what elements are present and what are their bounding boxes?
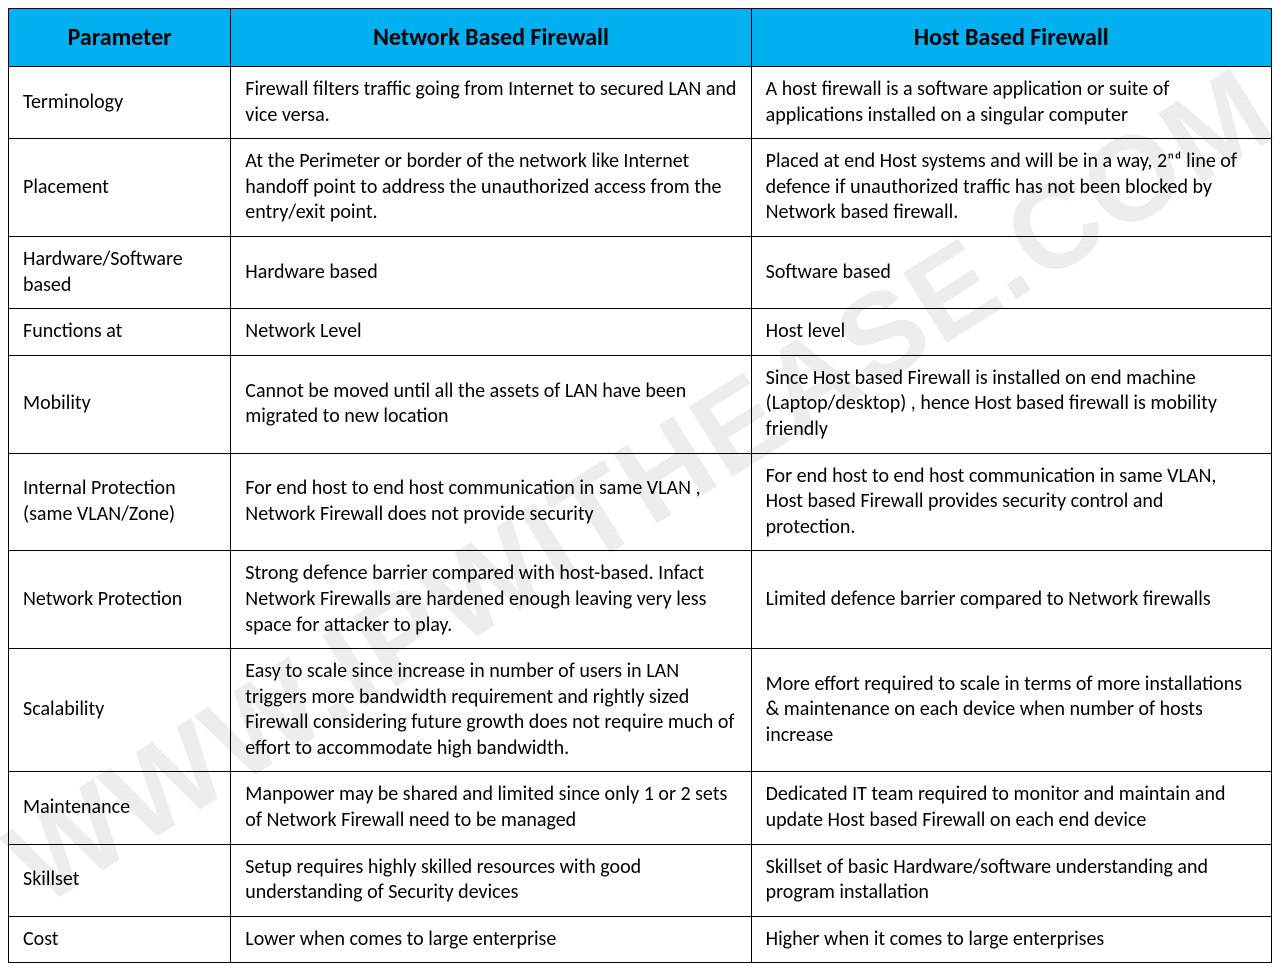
table-row: Maintenance Manpower may be shared and l… [9,772,1272,844]
host-cell: Higher when it comes to large enterprise… [751,916,1271,963]
param-cell: Terminology [9,67,231,139]
param-cell: Maintenance [9,772,231,844]
param-cell: Cost [9,916,231,963]
table-row: Hardware/Software based Hardware based S… [9,236,1272,308]
table-row: Placement At the Perimeter or border of … [9,139,1272,237]
net-cell: Network Level [231,309,751,356]
net-cell: Easy to scale since increase in number o… [231,649,751,772]
host-cell: A host firewall is a software applicatio… [751,67,1271,139]
table-row: Functions at Network Level Host level [9,309,1272,356]
param-cell: Scalability [9,649,231,772]
net-cell: Firewall filters traffic going from Inte… [231,67,751,139]
net-cell: Lower when comes to large enterprise [231,916,751,963]
host-cell: Placed at end Host systems and will be i… [751,139,1271,237]
net-cell: Setup requires highly skilled resources … [231,844,751,916]
param-cell: Network Protection [9,551,231,649]
param-cell: Internal Protection (same VLAN/Zone) [9,453,231,551]
header-network: Network Based Firewall [231,9,751,67]
net-cell: Manpower may be shared and limited since… [231,772,751,844]
comparison-table: Parameter Network Based Firewall Host Ba… [8,8,1272,963]
net-cell: Cannot be moved until all the assets of … [231,355,751,453]
table-row: Network Protection Strong defence barrie… [9,551,1272,649]
table-row: Internal Protection (same VLAN/Zone) For… [9,453,1272,551]
table-row: Mobility Cannot be moved until all the a… [9,355,1272,453]
table-header-row: Parameter Network Based Firewall Host Ba… [9,9,1272,67]
table-row: Terminology Firewall filters traffic goi… [9,67,1272,139]
net-cell: For end host to end host communication i… [231,453,751,551]
host-cell: Dedicated IT team required to monitor an… [751,772,1271,844]
net-cell: Strong defence barrier compared with hos… [231,551,751,649]
header-parameter: Parameter [9,9,231,67]
host-cell: Software based [751,236,1271,308]
host-cell: Skillset of basic Hardware/software unde… [751,844,1271,916]
param-cell: Hardware/Software based [9,236,231,308]
header-host: Host Based Firewall [751,9,1271,67]
host-cell: Since Host based Firewall is installed o… [751,355,1271,453]
param-cell: Mobility [9,355,231,453]
table-row: Cost Lower when comes to large enterpris… [9,916,1272,963]
host-cell: More effort required to scale in terms o… [751,649,1271,772]
net-cell: At the Perimeter or border of the networ… [231,139,751,237]
table-row: Scalability Easy to scale since increase… [9,649,1272,772]
table-row: Skillset Setup requires highly skilled r… [9,844,1272,916]
host-cell: Limited defence barrier compared to Netw… [751,551,1271,649]
param-cell: Functions at [9,309,231,356]
param-cell: Placement [9,139,231,237]
host-cell: Host level [751,309,1271,356]
net-cell: Hardware based [231,236,751,308]
param-cell: Skillset [9,844,231,916]
host-cell: For end host to end host communication i… [751,453,1271,551]
